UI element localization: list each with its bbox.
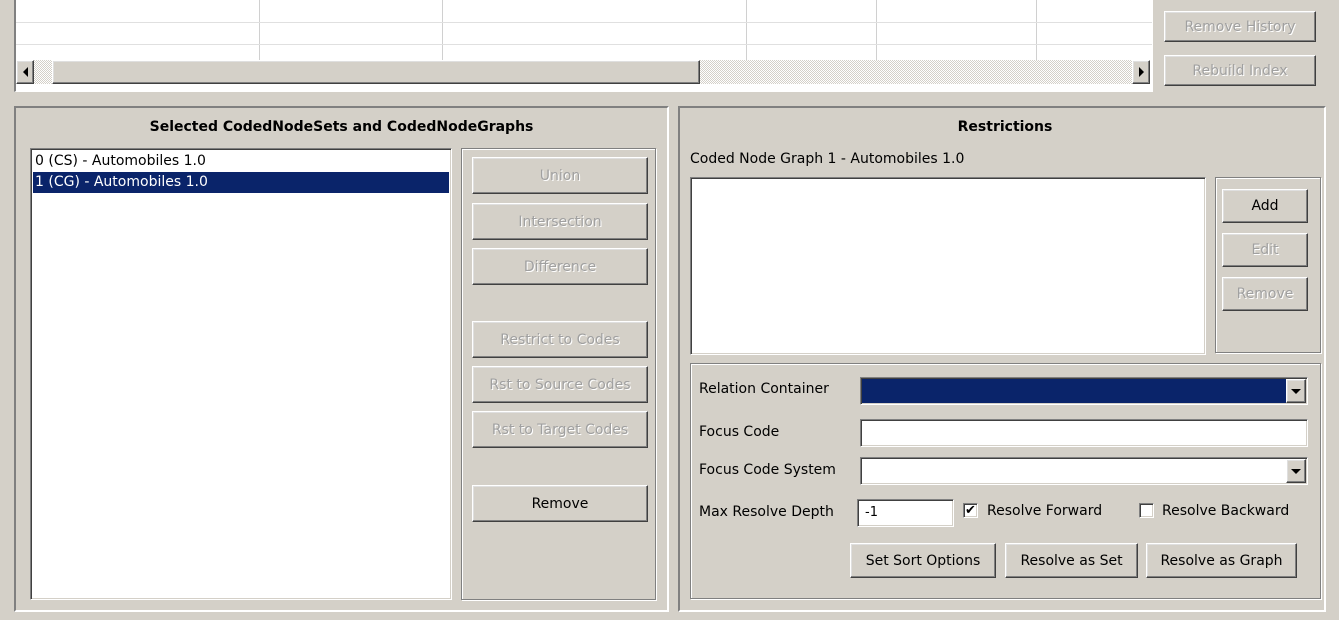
- focus-code-input[interactable]: [860, 419, 1308, 447]
- table-gridline: [16, 22, 1152, 23]
- relation-container-dropdown-button[interactable]: [1286, 379, 1306, 403]
- resolve-backward-checkbox[interactable]: [1139, 503, 1154, 518]
- selected-sets-title: Selected CodedNodeSets and CodedNodeGrap…: [149, 119, 534, 135]
- relation-container-label: Relation Container: [699, 381, 829, 397]
- rst-to-source-codes-button[interactable]: Rst to Source Codes: [472, 366, 648, 403]
- edit-restriction-button[interactable]: Edit: [1222, 233, 1308, 267]
- arrow-left-icon: [22, 67, 28, 77]
- resolve-forward-label: Resolve Forward: [987, 503, 1103, 519]
- restrictions-subtitle: Coded Node Graph 1 - Automobiles 1.0: [690, 151, 965, 167]
- max-resolve-depth-input[interactable]: -1: [857, 499, 954, 527]
- rebuild-index-button[interactable]: Rebuild Index: [1164, 55, 1316, 86]
- restrictions-list[interactable]: [690, 177, 1206, 355]
- table-gridline: [746, 0, 747, 60]
- chevron-down-icon: [1291, 468, 1301, 474]
- chevron-down-icon: [1291, 388, 1301, 394]
- difference-button[interactable]: Difference: [472, 248, 648, 285]
- relation-container-select[interactable]: [860, 377, 1308, 405]
- remove-set-button[interactable]: Remove: [472, 485, 648, 522]
- intersection-button[interactable]: Intersection: [472, 203, 648, 240]
- table-gridline: [259, 0, 260, 60]
- table-gridline: [876, 0, 877, 60]
- union-button[interactable]: Union: [472, 157, 648, 194]
- max-resolve-depth-label: Max Resolve Depth: [699, 504, 834, 520]
- scroll-right-button[interactable]: [1132, 60, 1150, 84]
- resolve-backward-label: Resolve Backward: [1162, 503, 1290, 519]
- focus-code-system-label: Focus Code System: [699, 462, 836, 478]
- restrictions-title: Restrictions: [957, 119, 1053, 135]
- scrollbar-thumb[interactable]: [52, 60, 700, 84]
- resolve-forward-checkbox[interactable]: ✔: [963, 503, 978, 518]
- restrict-to-codes-button[interactable]: Restrict to Codes: [472, 321, 648, 358]
- remove-history-button[interactable]: Remove History: [1164, 11, 1316, 42]
- selected-sets-list[interactable]: 0 (CS) - Automobiles 1.0 1 (CG) - Automo…: [30, 148, 452, 600]
- focus-code-label: Focus Code: [699, 424, 780, 440]
- resolve-as-set-button[interactable]: Resolve as Set: [1005, 543, 1138, 578]
- remove-restriction-button[interactable]: Remove: [1222, 277, 1308, 311]
- resolve-as-graph-button[interactable]: Resolve as Graph: [1146, 543, 1297, 578]
- scroll-left-button[interactable]: [16, 60, 34, 84]
- horizontal-scrollbar[interactable]: [34, 60, 1150, 84]
- table-gridline: [16, 44, 1152, 45]
- rst-to-target-codes-button[interactable]: Rst to Target Codes: [472, 411, 648, 448]
- list-item[interactable]: 1 (CG) - Automobiles 1.0: [33, 172, 449, 193]
- arrow-right-icon: [1138, 67, 1144, 77]
- table-gridline: [1036, 0, 1037, 60]
- list-item[interactable]: 0 (CS) - Automobiles 1.0: [33, 151, 449, 172]
- focus-code-system-dropdown-button[interactable]: [1286, 459, 1306, 483]
- set-sort-options-button[interactable]: Set Sort Options: [850, 543, 996, 578]
- table-gridline: [442, 0, 443, 60]
- add-restriction-button[interactable]: Add: [1222, 189, 1308, 223]
- history-table-frame: [14, 0, 1153, 92]
- focus-code-system-select[interactable]: [860, 457, 1308, 485]
